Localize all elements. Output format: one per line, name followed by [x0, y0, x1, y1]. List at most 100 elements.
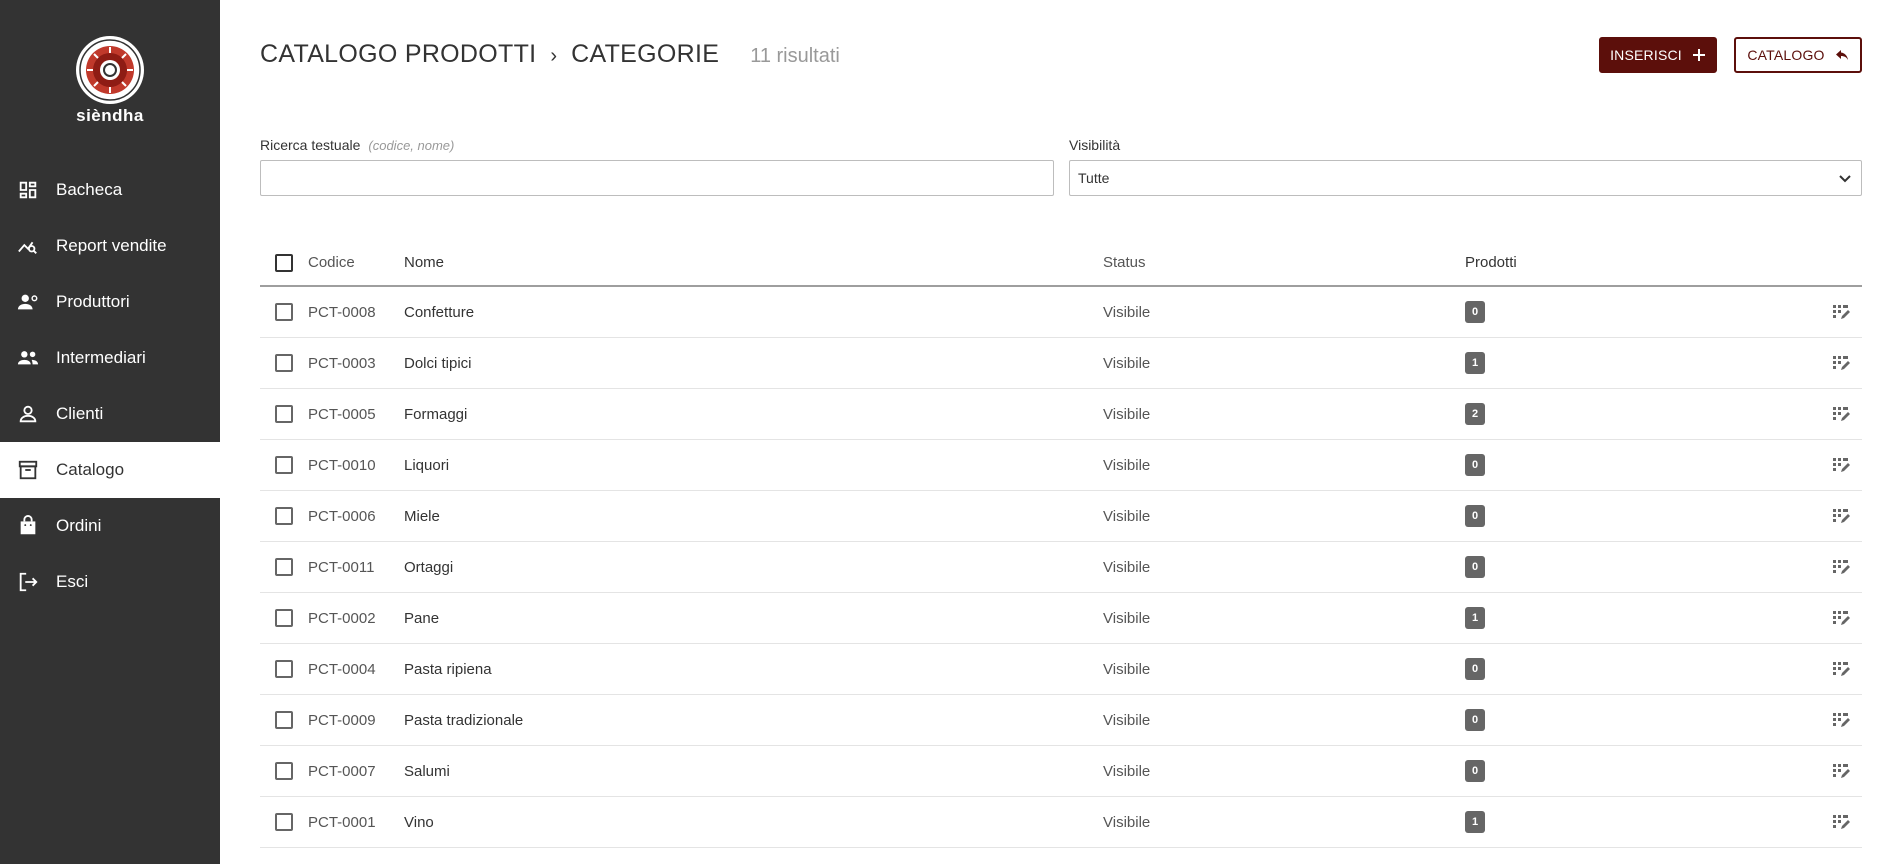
cell-status: Visibile [1103, 762, 1151, 780]
table-row[interactable]: PCT-0007 Salumi Visibile 0 [260, 746, 1862, 797]
products-count-badge: 0 [1465, 709, 1485, 731]
sidebar-item-bacheca[interactable]: Bacheca [0, 162, 220, 218]
cell-status: Visibile [1103, 660, 1151, 678]
cell-status: Visibile [1103, 303, 1151, 321]
edit-grid-icon[interactable] [1831, 302, 1851, 322]
table-body: PCT-0008 Confetture Visibile 0 PCT-0003 Dolci… [260, 287, 1862, 848]
sidebar-item-esci[interactable]: Esci [0, 554, 220, 610]
producers-icon [17, 291, 39, 313]
row-checkbox[interactable] [275, 813, 293, 831]
cell-status: Visibile [1103, 813, 1151, 831]
edit-grid-icon[interactable] [1831, 812, 1851, 832]
search-input[interactable] [260, 160, 1054, 196]
cell-status: Visibile [1103, 354, 1151, 372]
row-checkbox[interactable] [275, 456, 293, 474]
row-checkbox[interactable] [275, 609, 293, 627]
reply-icon [1835, 48, 1849, 62]
row-checkbox[interactable] [275, 558, 293, 576]
cell-status: Visibile [1103, 456, 1151, 474]
sidebar-item-produttori[interactable]: Produttori [0, 274, 220, 330]
row-checkbox[interactable] [275, 507, 293, 525]
cell-products: 0 [1465, 505, 1820, 527]
visibility-selected-value: Tutte [1078, 170, 1110, 186]
sidebar-item-ordini[interactable]: Ordini [0, 498, 220, 554]
table-row[interactable]: PCT-0009 Pasta tradizionale Visibile 0 [260, 695, 1862, 746]
sidebar-item-clienti[interactable]: Clienti [0, 386, 220, 442]
cell-code: PCT-0002 [308, 609, 376, 627]
row-checkbox[interactable] [275, 660, 293, 678]
cell-products: 0 [1465, 454, 1820, 476]
insert-button[interactable]: INSERISCI [1599, 37, 1717, 73]
edit-grid-icon[interactable] [1831, 710, 1851, 730]
products-count-badge: 2 [1465, 403, 1485, 425]
table-row[interactable]: PCT-0001 Vino Visibile 1 [260, 797, 1862, 848]
cell-code: PCT-0010 [308, 456, 376, 474]
row-checkbox[interactable] [275, 405, 293, 423]
results-count: 11 risultati [750, 45, 840, 67]
categories-table: Codice Nome Status Prodotti PCT-0008 Conf… [260, 240, 1862, 848]
table-row[interactable]: PCT-0002 Pane Visibile 1 [260, 593, 1862, 644]
intermediaries-icon [17, 347, 39, 369]
brand-logo[interactable]: sièndha [0, 34, 220, 126]
cell-code: PCT-0006 [308, 507, 376, 525]
sidebar-item-label: Report vendite [56, 236, 167, 255]
breadcrumb-catalogo-prodotti[interactable]: CATALOGO PRODOTTI [260, 40, 536, 69]
column-header-status[interactable]: Status [1103, 254, 1465, 271]
visibility-select[interactable]: Tutte [1069, 160, 1862, 196]
column-header-codice[interactable]: Codice [308, 254, 404, 271]
table-row[interactable]: PCT-0005 Formaggi Visibile 2 [260, 389, 1862, 440]
cell-products: 0 [1465, 760, 1820, 782]
clients-icon [17, 403, 39, 425]
page-header: CATALOGO PRODOTTI › CATEGORIE 11 risulta… [260, 40, 840, 69]
row-checkbox[interactable] [275, 303, 293, 321]
breadcrumb-categorie: CATEGORIE [571, 40, 720, 68]
cell-name: Dolci tipici [404, 354, 472, 372]
edit-grid-icon[interactable] [1831, 404, 1851, 424]
edit-grid-icon[interactable] [1831, 761, 1851, 781]
sidebar-item-label: Bacheca [56, 180, 123, 199]
edit-grid-icon[interactable] [1831, 608, 1851, 628]
sidebar-item-label: Catalogo [56, 460, 125, 479]
catalog-button-label: CATALOGO [1747, 47, 1825, 63]
table-row[interactable]: PCT-0010 Liquori Visibile 0 [260, 440, 1862, 491]
cell-name: Pasta ripiena [404, 660, 492, 678]
table-row[interactable]: PCT-0003 Dolci tipici Visibile 1 [260, 338, 1862, 389]
products-count-badge: 0 [1465, 760, 1485, 782]
cell-name: Ortaggi [404, 558, 454, 576]
table-row[interactable]: PCT-0006 Miele Visibile 0 [260, 491, 1862, 542]
cell-code: PCT-0007 [308, 762, 376, 780]
row-checkbox[interactable] [275, 711, 293, 729]
cell-products: 0 [1465, 556, 1820, 578]
visibility-label: Visibilità [1069, 137, 1121, 153]
row-checkbox[interactable] [275, 354, 293, 372]
archive-icon [17, 459, 39, 481]
cell-products: 1 [1465, 352, 1820, 374]
cell-status: Visibile [1103, 609, 1151, 627]
select-all-checkbox[interactable] [275, 253, 293, 272]
cell-code: PCT-0008 [308, 303, 376, 321]
sidebar-item-report-vendite[interactable]: Report vendite [0, 218, 220, 274]
sidebar: sièndha Bacheca Report vendite Produttor… [0, 0, 220, 864]
products-count-badge: 0 [1465, 454, 1485, 476]
cell-code: PCT-0009 [308, 711, 376, 729]
table-row[interactable]: PCT-0011 Ortaggi Visibile 0 [260, 542, 1862, 593]
cell-products: 0 [1465, 301, 1820, 323]
column-header-nome[interactable]: Nome [404, 254, 1103, 271]
edit-grid-icon[interactable] [1831, 506, 1851, 526]
column-header-prodotti[interactable]: Prodotti [1465, 254, 1820, 271]
search-label-text: Ricerca testuale [260, 137, 361, 153]
sidebar-item-intermediari[interactable]: Intermediari [0, 330, 220, 386]
edit-grid-icon[interactable] [1831, 557, 1851, 577]
catalog-button[interactable]: CATALOGO [1734, 37, 1862, 73]
row-checkbox[interactable] [275, 762, 293, 780]
cell-name: Confetture [404, 303, 475, 321]
cell-status: Visibile [1103, 558, 1151, 576]
sidebar-item-catalogo[interactable]: Catalogo [0, 442, 220, 498]
edit-grid-icon[interactable] [1831, 455, 1851, 475]
cell-code: PCT-0004 [308, 660, 376, 678]
edit-grid-icon[interactable] [1831, 353, 1851, 373]
table-row[interactable]: PCT-0008 Confetture Visibile 0 [260, 287, 1862, 338]
cell-name: Pane [404, 609, 440, 627]
table-row[interactable]: PCT-0004 Pasta ripiena Visibile 0 [260, 644, 1862, 695]
edit-grid-icon[interactable] [1831, 659, 1851, 679]
